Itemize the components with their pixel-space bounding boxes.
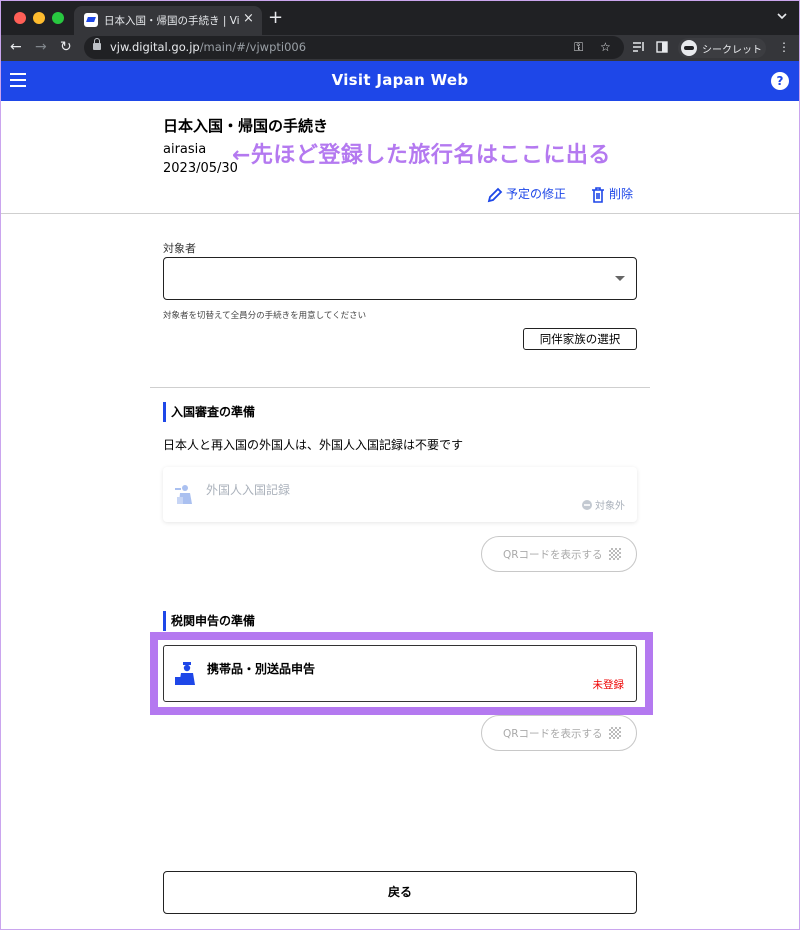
site-favicon-icon [84, 13, 98, 27]
customs-declaration-label: 携帯品・別送品申告 [207, 662, 316, 676]
key-icon[interactable]: ⚿ [574, 39, 583, 55]
section-divider [0, 213, 800, 214]
help-icon[interactable]: ? [771, 72, 789, 90]
select-family-button[interactable]: 同伴家族の選択 [523, 328, 637, 350]
target-person-label: 対象者 [163, 242, 196, 255]
dropdown-arrow-icon [615, 276, 625, 281]
customs-officer-icon [175, 662, 195, 685]
qr-code-icon [609, 548, 621, 560]
delete-label: 削除 [609, 187, 634, 201]
app-header: Visit Japan Web ? [0, 61, 800, 101]
qr-button-label: QRコードを表示する [503, 728, 603, 740]
section-divider [150, 387, 650, 388]
minus-circle-icon [581, 500, 592, 510]
immigration-record-label: 外国人入国記録 [206, 483, 291, 497]
address-bar[interactable]: vjw.digital.go.jp/main/#/vjwpti006 ⚿ ☆ [84, 36, 624, 59]
tab-search-chevron-icon[interactable] [776, 10, 788, 22]
immigration-section-heading: 入国審査の準備 [163, 402, 255, 422]
trash-icon [592, 186, 604, 203]
target-person-helper: 対象者を切替えて全員分の手続きを用意してください [163, 311, 367, 321]
side-panel-icon[interactable] [656, 41, 668, 53]
browser-toolbar: ← → ↻ vjw.digital.go.jp/main/#/vjwpti006… [0, 35, 800, 61]
tab-title: 日本入国・帰国の手続き | Visit Japan Web [104, 15, 240, 27]
browser-menu-icon[interactable]: ⋮ [778, 39, 790, 55]
app-title: Visit Japan Web [331, 71, 469, 89]
officer-icon [175, 485, 192, 504]
tab-close-icon[interactable]: × [243, 12, 254, 26]
customs-declaration-card[interactable]: 携帯品・別送品申告 未登録 [163, 645, 637, 702]
immigration-description: 日本人と再入国の外国人は、外国人入国記録は不要です [163, 438, 464, 452]
qr-button-label: QRコードを表示する [503, 549, 603, 561]
customs-section-heading: 税関申告の準備 [163, 611, 255, 631]
browser-tab[interactable]: 日本入国・帰国の手続き | Visit Japan Web × [74, 6, 262, 35]
not-applicable-status: 対象外 [581, 497, 625, 512]
url-text[interactable]: vjw.digital.go.jp/main/#/vjwpti006 [110, 40, 306, 54]
reading-list-icon[interactable] [632, 41, 646, 53]
back-arrow-icon[interactable]: ← [10, 37, 22, 57]
incognito-profile-button[interactable]: シークレット [678, 38, 766, 58]
minimize-window-button[interactable] [33, 12, 45, 24]
new-tab-button[interactable]: + [268, 7, 283, 29]
forward-arrow-icon[interactable]: → [35, 37, 47, 57]
immigration-qr-button[interactable]: QRコードを表示する [481, 536, 637, 572]
incognito-icon [681, 40, 697, 56]
close-window-button[interactable] [14, 12, 26, 24]
page-title: 日本入国・帰国の手続き [163, 117, 329, 135]
trip-name: airasia [163, 142, 207, 157]
delete-button[interactable]: 削除 [590, 185, 633, 203]
incognito-label: シークレット [702, 45, 762, 56]
edit-plan-button[interactable]: 予定の修正 [487, 185, 566, 203]
pencil-icon [487, 187, 503, 202]
unregistered-status: 未登録 [592, 679, 625, 691]
trip-date: 2023/05/30 [163, 161, 238, 176]
edit-plan-label: 予定の修正 [506, 187, 567, 201]
annotation-note: ←先ほど登録した旅行名はここに出る [232, 143, 611, 168]
browser-tab-bar: 日本入国・帰国の手続き | Visit Japan Web × + [0, 0, 800, 35]
reload-icon[interactable]: ↻ [60, 37, 72, 57]
bookmark-star-icon[interactable]: ☆ [600, 39, 611, 55]
maximize-window-button[interactable] [52, 12, 64, 24]
immigration-record-card: 外国人入国記録 対象外 [163, 467, 637, 522]
target-person-select[interactable] [163, 257, 637, 300]
qr-code-icon [609, 727, 621, 739]
lock-icon[interactable] [93, 38, 101, 50]
customs-qr-button[interactable]: QRコードを表示する [481, 715, 637, 751]
back-button[interactable]: 戻る [163, 871, 637, 914]
